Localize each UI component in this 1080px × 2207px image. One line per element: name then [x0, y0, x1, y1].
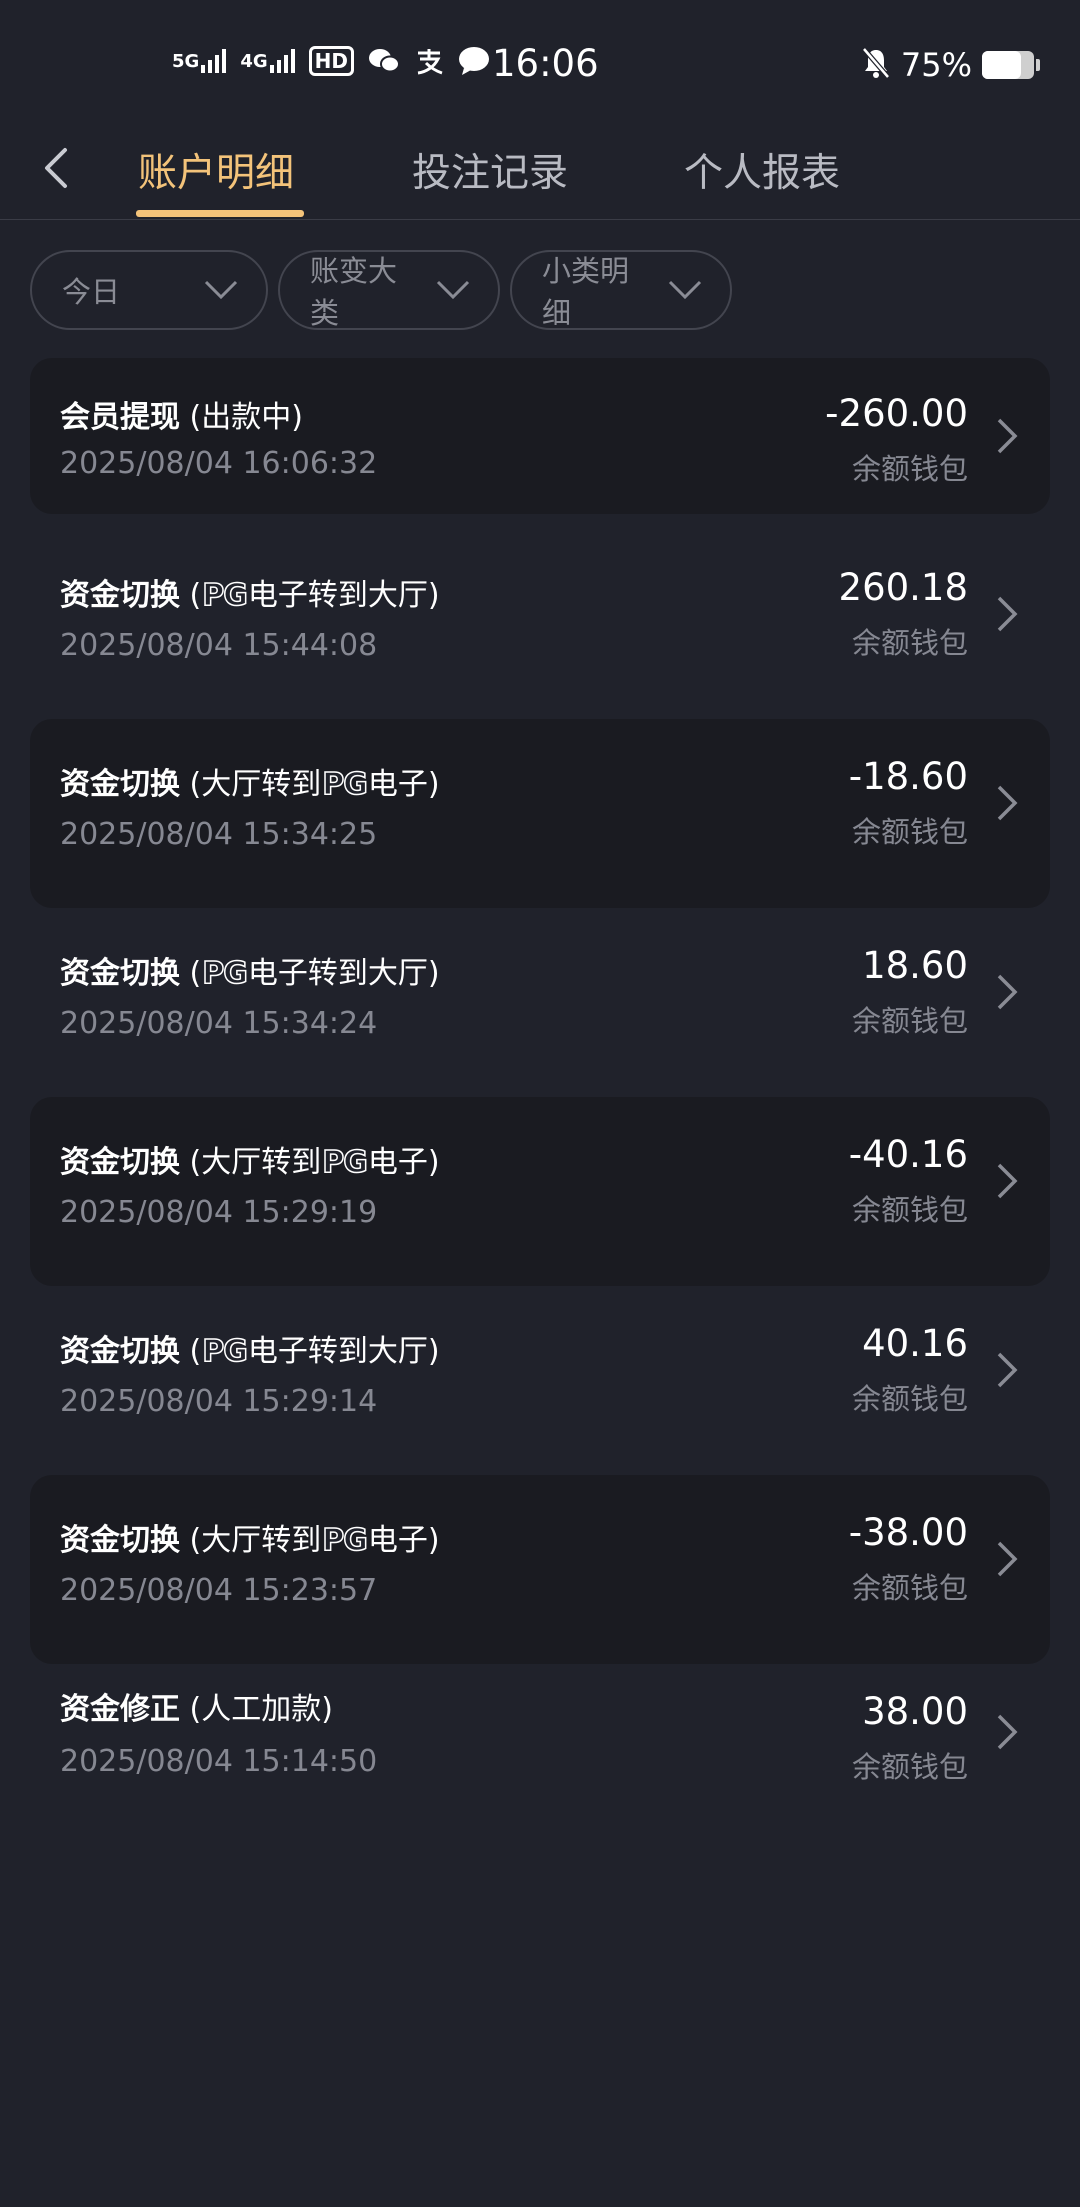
transaction-list: 会员提现 (出款中) 2025/08/04 16:06:32 -260.00 余… [30, 358, 1050, 1824]
chevron-down-icon [204, 280, 238, 300]
tab-bet-records[interactable]: 投注记录 [412, 120, 568, 220]
wechat-icon [368, 47, 400, 75]
mute-bell-icon [861, 47, 891, 83]
clock: 16:06 [492, 42, 599, 85]
chevron-left-icon [45, 148, 67, 188]
record-time: 2025/08/04 15:14:50 [60, 1744, 378, 1779]
filter-date[interactable]: 今日 [30, 250, 268, 330]
record-time: 2025/08/04 15:44:08 [60, 628, 378, 663]
status-icons-left: 5G 4G HD [172, 46, 490, 76]
record-title: 资金切换 (PG电子转到大厅) [60, 577, 440, 614]
list-item[interactable]: 资金切换 (PG电子转到大厅) 2025/08/04 15:44:08 260.… [30, 530, 1050, 719]
chevron-down-icon [436, 280, 470, 300]
record-time: 2025/08/04 15:34:24 [60, 1006, 378, 1041]
record-time: 2025/08/04 15:34:25 [60, 817, 378, 852]
filter-subcategory-label: 小类明细 [542, 254, 630, 330]
record-amount: 18.60 [862, 944, 968, 987]
tab-bar: 账户明细 投注记录 个人报表 [0, 120, 1080, 220]
list-item[interactable]: 资金切换 (大厅转到PG电子) 2025/08/04 15:23:57 -38.… [30, 1475, 1050, 1664]
signal-4g-icon: 4G [240, 49, 295, 73]
filter-subcategory[interactable]: 小类明细 [510, 250, 732, 330]
hd-call-icon: HD [308, 46, 354, 76]
list-item[interactable]: 会员提现 (出款中) 2025/08/04 16:06:32 -260.00 余… [30, 358, 1050, 514]
record-time: 2025/08/04 15:29:14 [60, 1384, 378, 1419]
record-title: 资金修正 (人工加款) [60, 1692, 333, 1727]
filter-bar: 今日 账变大类 小类明细 [30, 250, 732, 330]
record-title: 资金切换 (PG电子转到大厅) [60, 955, 440, 992]
tab-account-details[interactable]: 账户明细 [138, 120, 294, 220]
network-label-4g: 4G [240, 50, 268, 72]
network-label-5g: 5G [172, 50, 200, 72]
record-amount: -260.00 [825, 392, 968, 435]
record-amount: 38.00 [862, 1690, 968, 1733]
message-icon [458, 46, 490, 76]
list-item[interactable]: 资金切换 (PG电子转到大厅) 2025/08/04 15:29:14 40.1… [30, 1286, 1050, 1475]
list-item[interactable]: 资金修正 (人工加款) 2025/08/04 15:14:50 38.00 余额… [30, 1664, 1050, 1824]
record-time: 2025/08/04 16:06:32 [60, 446, 378, 481]
chevron-right-icon [992, 972, 1022, 1012]
back-button[interactable] [36, 138, 76, 198]
chevron-right-icon [992, 1350, 1022, 1390]
record-wallet: 余额钱包 [851, 815, 968, 849]
record-amount: 260.18 [838, 566, 968, 609]
hd-label: HD [314, 49, 348, 73]
record-wallet: 余额钱包 [851, 1193, 968, 1227]
record-title: 资金切换 (大厅转到PG电子) [60, 1144, 440, 1181]
pg-logo: PG [202, 1333, 249, 1370]
record-wallet: 余额钱包 [851, 1750, 968, 1784]
record-amount: -38.00 [848, 1511, 968, 1554]
record-time: 2025/08/04 15:29:19 [60, 1195, 378, 1230]
record-amount: -40.16 [848, 1133, 968, 1176]
record-title: 资金切换 (PG电子转到大厅) [60, 1333, 440, 1370]
pg-logo: PG [322, 766, 369, 803]
record-title: 资金切换 (大厅转到PG电子) [60, 766, 440, 803]
record-amount: -18.60 [848, 755, 968, 798]
pg-logo: PG [202, 955, 249, 992]
chevron-right-icon [992, 1161, 1022, 1201]
filter-category-label: 账变大类 [310, 254, 398, 330]
record-title: 资金切换 (大厅转到PG电子) [60, 1522, 440, 1559]
chevron-right-icon [992, 416, 1022, 456]
chevron-right-icon [992, 783, 1022, 823]
chevron-right-icon [992, 1712, 1022, 1752]
active-tab-indicator [136, 210, 304, 217]
record-wallet: 余额钱包 [851, 1382, 968, 1416]
battery-icon [982, 51, 1034, 79]
pg-logo: PG [202, 577, 249, 614]
list-item[interactable]: 资金切换 (大厅转到PG电子) 2025/08/04 15:29:19 -40.… [30, 1097, 1050, 1286]
battery-percent: 75% [900, 46, 972, 84]
record-amount: 40.16 [862, 1322, 968, 1365]
tab-personal-report[interactable]: 个人报表 [684, 120, 840, 220]
record-title: 会员提现 (出款中) [60, 400, 303, 435]
chevron-right-icon [992, 594, 1022, 634]
record-wallet: 余额钱包 [851, 1571, 968, 1605]
record-wallet: 余额钱包 [851, 452, 968, 486]
list-item[interactable]: 资金切换 (PG电子转到大厅) 2025/08/04 15:34:24 18.6… [30, 908, 1050, 1097]
filter-date-label: 今日 [62, 275, 121, 309]
list-item[interactable]: 资金切换 (大厅转到PG电子) 2025/08/04 15:34:25 -18.… [30, 719, 1050, 908]
chevron-right-icon [992, 1539, 1022, 1579]
signal-5g-icon: 5G [172, 49, 227, 73]
status-icons-right: 75% [861, 46, 1040, 84]
battery-cap [1036, 59, 1040, 71]
alipay-icon [414, 47, 444, 75]
chevron-down-icon [668, 280, 702, 300]
pg-logo: PG [322, 1522, 369, 1559]
filter-category[interactable]: 账变大类 [278, 250, 500, 330]
record-wallet: 余额钱包 [851, 626, 968, 660]
record-wallet: 余额钱包 [851, 1004, 968, 1038]
pg-logo: PG [322, 1144, 369, 1181]
record-time: 2025/08/04 15:23:57 [60, 1573, 378, 1608]
status-bar: 5G 4G HD 16:06 75% [0, 0, 1080, 120]
